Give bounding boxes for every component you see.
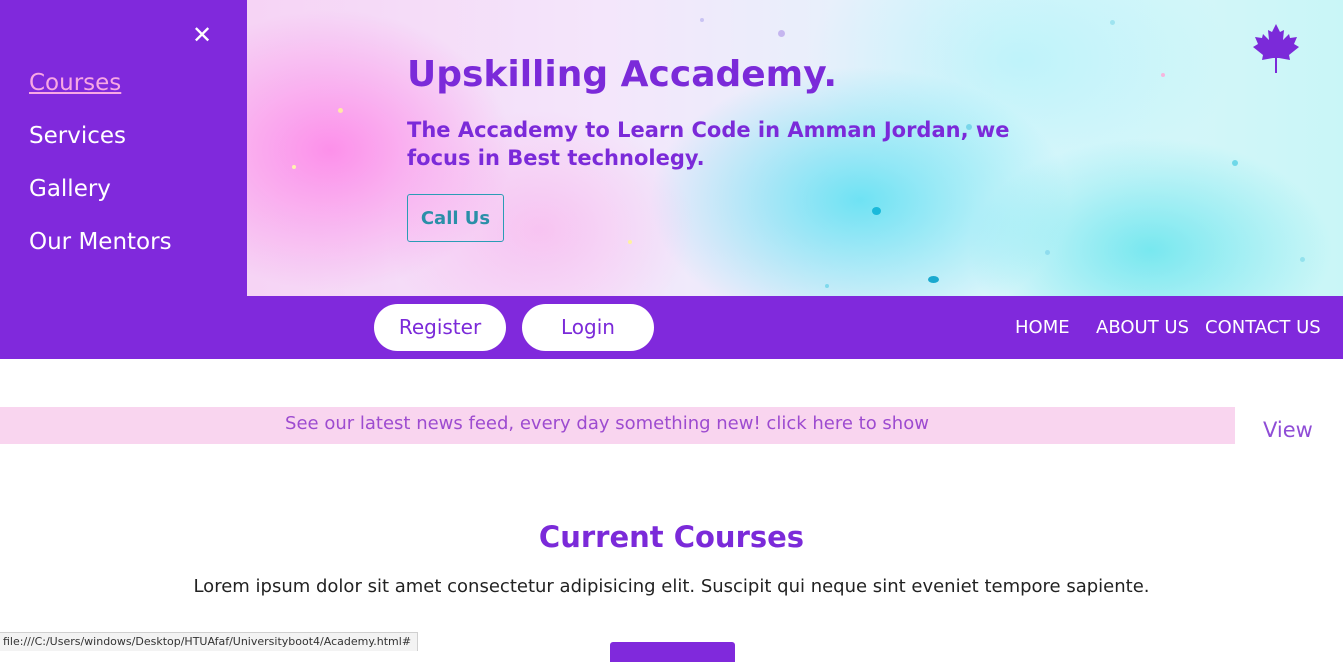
hero-title: Upskilling Accademy. [407, 54, 838, 95]
side-menu-item-courses[interactable]: Courses [29, 70, 121, 96]
courses-section-description: Lorem ipsum dolor sit amet consectetur a… [193, 576, 1150, 597]
hero-subtitle: The Accademy to Learn Code in Amman Jord… [407, 118, 1010, 170]
browser-status-url: file:///C:/Users/windows/Desktop/HTUAfaf… [0, 632, 419, 651]
side-menu-item-our-mentors[interactable]: Our Mentors [29, 229, 172, 255]
news-ticker[interactable]: See our latest news feed, every day some… [0, 407, 1235, 444]
close-icon[interactable]: ✕ [189, 22, 215, 48]
nav-link-about-us[interactable]: ABOUT US [1096, 317, 1189, 338]
main-navbar: Register Login HOME ABOUT US CONTACT US [0, 296, 1343, 359]
courses-action-button[interactable] [610, 642, 735, 662]
view-news-link[interactable]: View [1263, 418, 1313, 442]
maple-leaf-icon[interactable] [1252, 23, 1300, 75]
side-menu-item-services[interactable]: Services [29, 123, 126, 149]
news-ticker-text[interactable]: See our latest news feed, every day some… [0, 407, 1214, 440]
nav-link-home[interactable]: HOME [1015, 317, 1070, 338]
courses-section-title: Current Courses [538, 520, 805, 554]
call-us-button[interactable]: Call Us [407, 194, 504, 242]
side-menu-item-gallery[interactable]: Gallery [29, 176, 111, 202]
register-button[interactable]: Register [374, 304, 506, 351]
side-menu: ✕ Courses Services Gallery Our Mentors [0, 0, 247, 296]
login-button[interactable]: Login [522, 304, 654, 351]
nav-link-contact-us[interactable]: CONTACT US [1205, 317, 1321, 338]
